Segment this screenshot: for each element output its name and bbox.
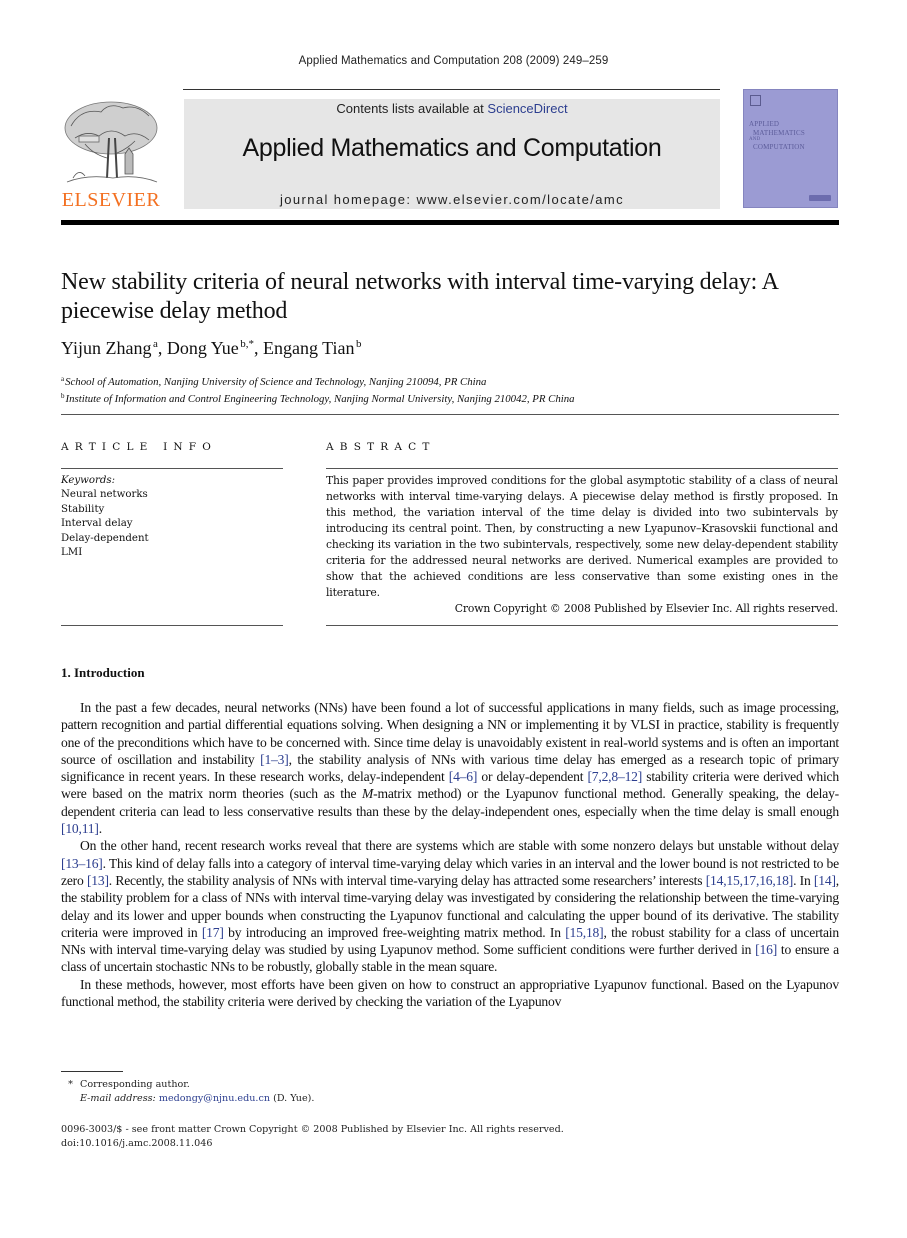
article-info-heading: ARTICLE INFO	[61, 441, 218, 453]
affiliation: aSchool of Automation, Nanjing Universit…	[61, 372, 575, 389]
keyword: LMI	[61, 547, 83, 559]
cover-title-line: MATHEMATICS	[753, 128, 805, 137]
citation-link[interactable]: [14,15,17,16,18]	[706, 873, 794, 888]
paragraph: On the other hand, recent research works…	[61, 837, 839, 975]
affiliations: aSchool of Automation, Nanjing Universit…	[61, 372, 575, 406]
keyword: Interval delay	[61, 518, 133, 530]
affiliation: bInstitute of Information and Control En…	[61, 389, 575, 406]
keyword: Delay-dependent	[61, 532, 149, 544]
text-run: In these methods, however, most efforts …	[61, 976, 839, 1010]
introduction-body: In the past a few decades, neural networ…	[61, 699, 839, 1010]
affiliation-mark: a	[61, 375, 65, 383]
footnotes: * Corresponding author. E-mail address: m…	[61, 1078, 314, 1107]
citation-link[interactable]: [13]	[87, 873, 109, 888]
citation-link[interactable]: [1–3]	[260, 752, 289, 767]
masthead-top-rule	[183, 89, 720, 90]
abstract-text: This paper provides improved conditions …	[326, 474, 838, 599]
elsevier-tree-icon	[64, 101, 158, 183]
elsevier-wordmark: ELSEVIER	[61, 189, 161, 211]
cover-sciencedirect-icon	[809, 195, 831, 201]
journal-cover-thumbnail[interactable]: APPLIED MATHEMATICS AND COMPUTATION	[743, 89, 838, 208]
abstract-body: This paper provides improved conditions …	[326, 473, 838, 617]
journal-homepage[interactable]: journal homepage: www.elsevier.com/locat…	[184, 192, 720, 207]
keyword: Stability	[61, 503, 105, 515]
citation-link[interactable]: [16]	[755, 942, 777, 957]
contents-line: Contents lists available at ScienceDirec…	[184, 101, 720, 116]
corresponding-author-text: Corresponding author.	[80, 1079, 190, 1090]
abstract-rule-top	[326, 468, 838, 469]
footnote-mark: *	[68, 1079, 73, 1090]
citation-link[interactable]: [13–16]	[61, 856, 103, 871]
text-run: . In	[793, 872, 814, 888]
citation-link[interactable]: [10,11]	[61, 821, 99, 836]
citation-link[interactable]: [14]	[814, 873, 836, 888]
author-name[interactable]: Dong Yue	[167, 338, 239, 358]
email-link[interactable]: medongy@njnu.edu.cn	[159, 1093, 270, 1104]
running-head: Applied Mathematics and Computation 208 …	[298, 55, 609, 67]
affiliation-text: Institute of Information and Control Eng…	[65, 393, 575, 405]
email-note: E-mail address: medongy@njnu.edu.cn (D. …	[61, 1092, 314, 1106]
text-run: .	[98, 821, 102, 837]
author-affil-mark: a	[153, 338, 158, 350]
cover-title-line: COMPUTATION	[753, 143, 805, 151]
text-run: . Recently, the stability analysis of NN…	[108, 872, 706, 888]
author-name[interactable]: Yijun Zhang	[61, 338, 152, 358]
front-matter-info: 0096-3003/$ - see front matter Crown Cop…	[61, 1123, 564, 1152]
article-info-rule-bottom	[61, 625, 283, 626]
journal-banner: Contents lists available at ScienceDirec…	[184, 99, 720, 209]
author-list: Yijun Zhang a, Dong Yue b,*, Engang Tian…	[61, 338, 362, 358]
paragraph: In these methods, however, most efforts …	[61, 976, 839, 1011]
footnote-rule	[61, 1071, 123, 1072]
affiliation-mark: b	[61, 392, 65, 400]
text-run: by introducing an improved free-weightin…	[223, 924, 566, 940]
author-affil-mark: b	[356, 338, 362, 350]
keywords-block: Keywords: Neural networks Stability Inte…	[61, 474, 149, 560]
article-info-rule-top	[61, 468, 283, 469]
abstract-heading: ABSTRACT	[326, 441, 436, 453]
header-divider	[61, 414, 839, 415]
cover-publisher-icon	[750, 95, 761, 106]
abstract-copyright: Crown Copyright © 2008 Published by Else…	[454, 602, 838, 615]
contents-prefix: Contents lists available at	[336, 101, 488, 116]
journal-title: Applied Mathematics and Computation	[242, 134, 662, 162]
italic-text: M	[362, 786, 374, 802]
elsevier-logo[interactable]: ELSEVIER	[61, 98, 161, 210]
citation-link[interactable]: [17]	[202, 925, 224, 940]
issn-line: 0096-3003/$ - see front matter Crown Cop…	[61, 1124, 564, 1135]
corresponding-author-note: * Corresponding author.	[61, 1078, 314, 1092]
keywords-label: Keywords:	[61, 475, 116, 486]
author-affil-mark: b,*	[240, 338, 254, 350]
email-suffix: (D. Yue).	[270, 1093, 315, 1105]
text-run: or delay-dependent	[477, 769, 588, 785]
masthead-bottom-rule	[61, 220, 839, 225]
author-name[interactable]: Engang Tian	[263, 338, 355, 358]
text-run: On the other hand, recent research works…	[80, 838, 839, 854]
sciencedirect-link[interactable]: ScienceDirect	[487, 101, 567, 116]
email-label: E-mail address:	[80, 1093, 156, 1105]
doi[interactable]: doi:10.1016/j.amc.2008.11.046	[61, 1137, 564, 1151]
section-heading-introduction: 1. Introduction	[61, 665, 145, 680]
citation-link[interactable]: [4–6]	[449, 769, 478, 784]
cover-title-line: APPLIED	[749, 120, 780, 128]
cover-title: APPLIED MATHEMATICS AND COMPUTATION	[749, 120, 805, 152]
keyword: Neural networks	[61, 489, 148, 501]
abstract-rule-bottom	[326, 625, 838, 626]
citation-link[interactable]: [15,18]	[565, 925, 603, 940]
paragraph: In the past a few decades, neural networ…	[61, 699, 839, 837]
citation-link[interactable]: [7,2,8–12]	[587, 769, 642, 784]
article-title: New stability criteria of neural network…	[61, 269, 778, 324]
affiliation-text: School of Automation, Nanjing University…	[65, 376, 487, 388]
